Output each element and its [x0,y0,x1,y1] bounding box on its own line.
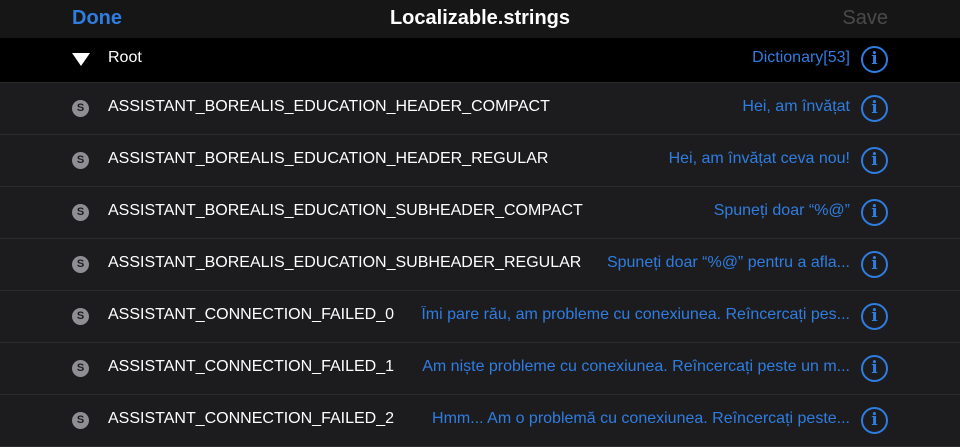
list-item[interactable]: S ASSISTANT_CONNECTION_FAILED_1 Am niște… [0,343,960,395]
string-key: ASSISTANT_CONNECTION_FAILED_2 [108,410,394,427]
string-type-icon: S [72,152,89,169]
list-item[interactable]: S ASSISTANT_CONNECTION_FAILED_0 Îmi pare… [0,291,960,343]
string-key: ASSISTANT_CONNECTION_FAILED_0 [108,306,394,323]
info-icon[interactable]: i [861,199,888,226]
list-item[interactable]: S ASSISTANT_BOREALIS_EDUCATION_HEADER_RE… [0,135,960,187]
list-item[interactable]: S ASSISTANT_BOREALIS_EDUCATION_SUBHEADER… [0,187,960,239]
string-type-icon: S [72,204,89,221]
string-type-icon: S [72,256,89,273]
string-list: S ASSISTANT_BOREALIS_EDUCATION_HEADER_CO… [0,83,960,447]
string-key: ASSISTANT_BOREALIS_EDUCATION_HEADER_REGU… [108,150,549,167]
string-value: Hei, am învățat [742,98,850,115]
string-value: Spuneți doar “%@” pentru a afla... [606,254,850,271]
disclosure-triangle-icon[interactable] [72,53,90,66]
root-row[interactable]: Root Dictionary[53] i [0,38,960,83]
root-label: Root [108,49,142,66]
string-key: ASSISTANT_BOREALIS_EDUCATION_HEADER_COMP… [108,98,550,115]
info-icon[interactable]: i [861,251,888,278]
info-icon[interactable]: i [861,95,888,122]
string-value: Hei, am învățat ceva nou! [668,150,850,167]
info-icon[interactable]: i [861,147,888,174]
string-type-icon: S [72,100,89,117]
info-icon[interactable]: i [861,46,888,73]
info-icon[interactable]: i [861,303,888,330]
info-icon[interactable]: i [861,407,888,434]
root-type: Dictionary[53] [752,49,850,66]
string-value: Spuneți doar “%@” [713,202,850,219]
string-key: ASSISTANT_BOREALIS_EDUCATION_SUBHEADER_C… [108,202,583,219]
page-title: Localizable.strings [389,7,571,29]
string-type-icon: S [72,412,89,429]
string-type-icon: S [72,308,89,325]
list-item[interactable]: S ASSISTANT_CONNECTION_FAILED_2 Hmm... A… [0,395,960,447]
save-button[interactable]: Save [842,7,888,30]
info-icon[interactable]: i [861,355,888,382]
string-key: ASSISTANT_CONNECTION_FAILED_1 [108,358,394,375]
string-key: ASSISTANT_BOREALIS_EDUCATION_SUBHEADER_R… [108,254,582,271]
list-item[interactable]: S ASSISTANT_BOREALIS_EDUCATION_HEADER_CO… [0,83,960,135]
string-value: Îmi pare rău, am probleme cu conexiunea.… [421,306,850,323]
navigation-bar: Done Localizable.strings Save [0,0,960,38]
list-item[interactable]: S ASSISTANT_BOREALIS_EDUCATION_SUBHEADER… [0,239,960,291]
string-type-icon: S [72,360,89,377]
string-value: Am niște probleme cu conexiunea. Reîncer… [422,358,850,375]
string-value: Hmm... Am o problemă cu conexiunea. Reîn… [432,410,850,427]
